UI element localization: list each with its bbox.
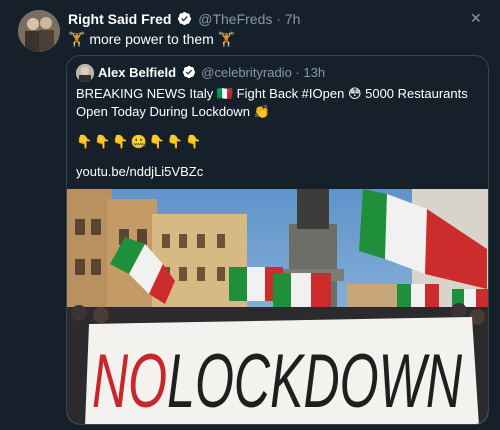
quoted-author-avatar[interactable] — [76, 64, 94, 82]
quoted-tweet[interactable]: Alex Belfield @celebrityradio · 13h BREA… — [66, 55, 489, 425]
quoted-youtube-link[interactable]: youtu.be/nddjLi5VBZc — [76, 164, 203, 179]
tweet[interactable]: Right Said Fred @TheFreds · 7h ✕ 🏋 more … — [0, 0, 500, 430]
quoted-time[interactable]: 13h — [303, 65, 325, 80]
verified-badge-icon — [178, 11, 192, 26]
separator-dot: · — [295, 65, 300, 80]
tweet-text: 🏋 more power to them 🏋 — [68, 31, 236, 47]
author-name[interactable]: Right Said Fred — [68, 11, 171, 27]
separator-dot: · — [276, 11, 281, 27]
quoted-text-line-2: Open Today During Lockdown 👏 — [76, 104, 270, 119]
quoted-text: BREAKING NEWS Italy 🇮🇹 Fight Back #IOpen… — [76, 85, 481, 121]
tweet-time[interactable]: 7h — [285, 11, 301, 27]
quoted-author-handle[interactable]: @celebrityradio — [201, 65, 292, 80]
quoted-emoji-line: 👇👇👇🤐👇👇👇 — [76, 134, 204, 149]
tweet-header: Right Said Fred @TheFreds · 7h — [68, 11, 300, 27]
verified-badge-icon — [182, 65, 195, 79]
quoted-photo[interactable]: NOLOCKDOWN — [67, 189, 488, 424]
author-avatar[interactable] — [18, 10, 60, 52]
close-icon[interactable]: ✕ — [470, 10, 482, 27]
quoted-author-name[interactable]: Alex Belfield — [98, 65, 176, 80]
author-handle[interactable]: @TheFreds — [198, 11, 272, 27]
quoted-header: Alex Belfield @celebrityradio · 13h — [98, 65, 325, 80]
quoted-text-line-1: BREAKING NEWS Italy 🇮🇹 Fight Back #IOpen… — [76, 86, 468, 101]
